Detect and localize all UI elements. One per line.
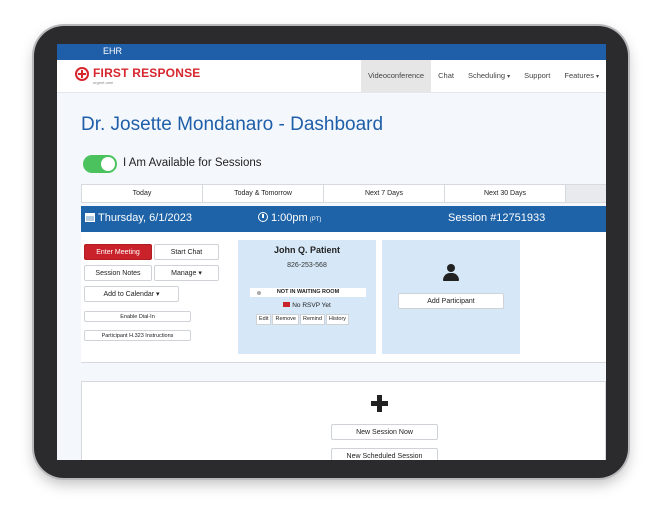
availability-toggle[interactable] — [83, 155, 117, 173]
remind-participant-button[interactable]: Remind — [299, 314, 325, 325]
brand-tagline: urgent care — [93, 80, 114, 85]
add-to-calendar-button[interactable]: Add to Calendar ▾ — [84, 286, 179, 302]
nav-item-scheduling[interactable]: Scheduling ▾ — [461, 60, 517, 92]
add-participant-card: Add Participant — [382, 240, 520, 354]
nav-item-chat[interactable]: Chat — [431, 60, 461, 92]
tab-more[interactable] — [565, 184, 606, 203]
participant-phone: 826-253-568 — [287, 262, 327, 269]
status-dot-icon — [257, 291, 261, 295]
caret-down-icon: ▾ — [595, 74, 599, 80]
start-chat-button[interactable]: Start Chat — [154, 244, 219, 260]
new-session-now-button[interactable]: New Session Now — [331, 424, 438, 440]
session-time: 1:00pm (PT) — [258, 212, 321, 224]
session-header: Thursday, 6/1/2023 1:00pm (PT) Session #1… — [81, 206, 606, 232]
add-participant-button[interactable]: Add Participant — [398, 293, 504, 309]
tab-today-tomorrow[interactable]: Today & Tomorrow — [202, 184, 323, 203]
new-scheduled-session-button[interactable]: New Scheduled Session — [331, 448, 438, 460]
ehr-bar: EHR — [57, 44, 606, 60]
remove-participant-button[interactable]: Remove — [272, 314, 299, 325]
session-date: Thursday, 6/1/2023 — [85, 212, 192, 224]
participant-card: John Q. Patient 826-253-568 NOT IN WAITI… — [238, 240, 376, 354]
tab-next-7-days[interactable]: Next 7 Days — [323, 184, 444, 203]
h323-instructions-button[interactable]: Participant H.323 Instructions — [84, 330, 191, 341]
enter-meeting-button[interactable]: Enter Meeting — [84, 244, 152, 260]
participant-history-button[interactable]: History — [325, 314, 350, 325]
cross-logo-icon — [75, 67, 89, 81]
manage-button[interactable]: Manage ▾ — [154, 265, 219, 281]
clock-icon — [258, 212, 268, 222]
rsvp-status: No RSVP Yet — [238, 302, 376, 309]
app-screen: EHR FIRST RESPONSE urgent care Videoconf… — [57, 44, 606, 460]
participant-name: John Q. Patient — [273, 245, 340, 255]
ehr-bar-label: EHR — [103, 46, 123, 56]
tab-next-30-days[interactable]: Next 30 Days — [444, 184, 565, 203]
envelope-icon — [283, 302, 291, 307]
session-number: Session #12751933 — [448, 212, 546, 224]
calendar-icon — [85, 213, 95, 222]
session-notes-button[interactable]: Session Notes — [84, 265, 152, 281]
nav-item-videoconference[interactable]: Videoconference — [360, 60, 432, 92]
plus-icon — [371, 395, 388, 412]
page-title: Dr. Josette Mondanaro - Dashboard — [81, 114, 384, 135]
nav-item-support[interactable]: Support — [517, 60, 557, 92]
edit-participant-button[interactable]: Edit — [256, 314, 272, 325]
nav-item-features[interactable]: Features ▾ — [557, 60, 606, 92]
new-session-panel: New Session Now New Scheduled Session — [81, 381, 606, 460]
waiting-room-status: NOT IN WAITING ROOM — [250, 288, 366, 297]
tab-today[interactable]: Today — [81, 184, 202, 203]
session-body: Enter Meeting Start Chat Session Notes M… — [81, 232, 606, 363]
caret-down-icon: ▾ — [154, 291, 160, 298]
availability-label: I Am Available for Sessions — [123, 157, 262, 169]
caret-down-icon: ▾ — [196, 270, 202, 277]
enable-dial-in-button[interactable]: Enable Dial-In — [84, 311, 191, 322]
top-nav: FIRST RESPONSE urgent care Videoconferen… — [57, 60, 606, 93]
caret-down-icon: ▾ — [507, 74, 511, 80]
nav-menu: Videoconference Chat Scheduling ▾ Support… — [360, 60, 606, 92]
participant-actions: Edit Remove Remind History — [256, 314, 350, 325]
date-range-tabs: Today Today & Tomorrow Next 7 Days Next … — [81, 184, 606, 203]
user-icon — [443, 264, 459, 281]
brand-name: FIRST RESPONSE — [93, 66, 201, 80]
toggle-knob — [101, 157, 115, 171]
